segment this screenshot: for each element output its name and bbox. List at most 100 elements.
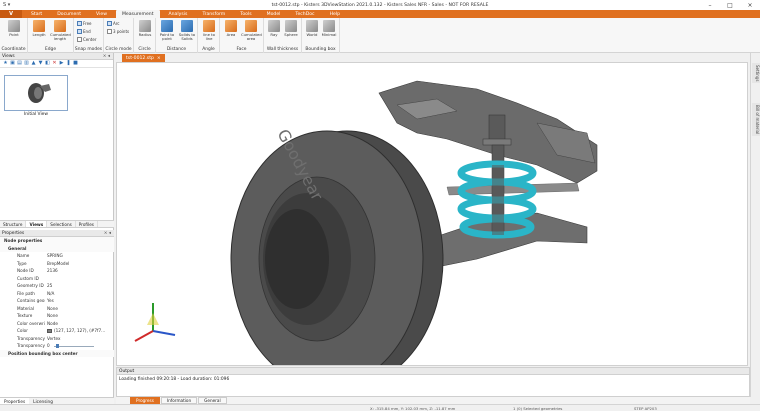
tab-techdoc[interactable]: TechDoc <box>289 10 320 18</box>
minimal-icon <box>323 20 335 32</box>
solids-to-solids-button[interactable]: Solids to Solids <box>177 20 197 42</box>
ray-button[interactable]: Ray <box>266 20 282 37</box>
cumulated-length-button[interactable]: Cumulated length <box>50 20 71 42</box>
tab-view[interactable]: View <box>90 10 113 18</box>
tab-general[interactable]: General <box>198 397 227 404</box>
material-select[interactable]: None <box>45 306 114 311</box>
add-view-icon[interactable]: ▣ <box>10 61 15 66</box>
radius-button[interactable]: Radius <box>137 20 153 37</box>
tab-help[interactable]: Help <box>324 10 346 18</box>
area-button[interactable]: Area <box>223 20 239 37</box>
tab-views[interactable]: Views <box>26 221 48 227</box>
arc-icon <box>107 21 112 26</box>
tab-profiles[interactable]: Profiles <box>76 221 98 227</box>
general-section[interactable]: General <box>0 244 114 252</box>
minimize-icon[interactable]: – <box>700 0 720 10</box>
view-thumbnail[interactable] <box>4 75 68 111</box>
stop-icon[interactable]: ■ <box>73 61 78 66</box>
property-row: Node ID 2136 <box>17 268 58 274</box>
menu-bar: V Start Document View Measurement Analys… <box>0 10 760 18</box>
sphere-icon <box>285 20 297 32</box>
transparency-overwrite-select[interactable]: Vertex <box>45 336 114 341</box>
tab-document[interactable]: Document <box>51 10 87 18</box>
tab-progress[interactable]: Progress <box>130 397 160 404</box>
position-box-section[interactable]: Position bounding box center <box>0 349 114 357</box>
line-to-line-button[interactable]: line to line <box>200 20 218 42</box>
left-panel-tabs: Structure Views Selections Profiles <box>0 220 114 228</box>
tab-analysis[interactable]: Analysis <box>163 10 194 18</box>
properties-close-icon[interactable]: × ◂ <box>104 231 114 236</box>
point-to-point-button[interactable]: Point to point <box>157 20 177 42</box>
minimal-button[interactable]: Minimal <box>321 20 337 37</box>
group-snap-modes: Free End Center Snap modes <box>74 18 104 53</box>
update-view-icon[interactable]: ▥ <box>24 61 29 66</box>
maximize-icon[interactable]: □ <box>720 0 740 10</box>
axis-triad <box>134 303 176 342</box>
circle-mode-arc[interactable]: Arc <box>107 21 120 26</box>
panel-close-icon[interactable]: × ◂ <box>103 54 113 59</box>
property-row: Type BrepModel <box>17 260 70 266</box>
area-icon <box>225 20 237 32</box>
length-button[interactable]: Length <box>31 20 47 37</box>
tab-measurement[interactable]: Measurement <box>115 10 160 18</box>
color-picker[interactable]: (127, 127, 127), (#7f7... <box>45 328 114 334</box>
bill-of-material-side-tab[interactable]: Bill of material <box>752 103 760 137</box>
view-item-label[interactable]: Initial View <box>4 112 68 117</box>
group-face: Area Cumulated area Face <box>220 18 264 53</box>
point-button[interactable]: Point <box>6 20 22 37</box>
view-thumbnail-image <box>28 83 51 103</box>
star-icon[interactable]: ★ <box>3 61 8 66</box>
slider-handle[interactable] <box>55 343 59 349</box>
group-wall-thickness: Ray Sphere Wall thickness <box>264 18 302 53</box>
world-button[interactable]: World <box>304 20 320 37</box>
group-distance: Point to point Solids to Solids Distance <box>156 18 198 53</box>
tab-tools[interactable]: Tools <box>234 10 257 18</box>
texture-select[interactable]: None <box>45 313 114 318</box>
tab-structure[interactable]: Structure <box>0 221 27 227</box>
app-menu-button[interactable]: V <box>0 10 22 18</box>
move-up-icon[interactable]: ▲ <box>31 61 36 66</box>
pause-icon[interactable]: ❚ <box>66 61 71 66</box>
property-row: Custom ID <box>17 275 39 281</box>
document-tab[interactable]: tst-0012.stp × <box>122 54 165 62</box>
color-overwrite-select[interactable]: Node <box>45 321 114 326</box>
transparency-slider[interactable] <box>53 343 94 349</box>
radius-icon <box>139 20 151 32</box>
group-bounding-box: World Minimal Bounding box <box>302 18 340 53</box>
3d-viewport[interactable]: Goodyear <box>116 62 748 366</box>
tab-transform[interactable]: Transform <box>196 10 231 18</box>
point-to-point-icon <box>161 20 173 32</box>
settings-side-tab[interactable]: Settings <box>752 63 760 84</box>
output-title: Output <box>117 368 749 375</box>
snap-free-toggle[interactable]: Free <box>77 21 92 26</box>
world-icon <box>306 20 318 32</box>
status-format: STEP AP203 <box>634 406 657 411</box>
property-row: Transparency ov...Vertex <box>0 335 114 343</box>
tab-close-icon[interactable]: × <box>157 56 161 61</box>
rename-icon[interactable]: ◧ <box>45 61 50 66</box>
sphere-button[interactable]: Sphere <box>283 20 299 37</box>
edit-view-icon[interactable]: ▤ <box>17 61 22 66</box>
group-circle-mode: Arc 3 points Circle mode <box>104 18 134 53</box>
line-to-line-icon <box>203 20 215 32</box>
status-selection: 1 (0) Selected geometries <box>513 406 563 411</box>
close-icon[interactable]: × <box>740 0 760 10</box>
move-down-icon[interactable]: ▼ <box>38 61 43 66</box>
left-panel: Views × ◂ ★ ▣ ▤ ▥ ▲ ▼ ◧ ✕ ▶ ❚ ■ Initial V… <box>0 53 114 397</box>
node-properties-section[interactable]: Node properties <box>0 237 114 245</box>
play-icon[interactable]: ▶ <box>59 61 64 66</box>
tab-selections[interactable]: Selections <box>47 221 76 227</box>
snap-end-toggle[interactable]: End <box>77 29 91 34</box>
right-strip: Settings Bill of material <box>750 53 760 397</box>
three-points-icon <box>107 29 112 34</box>
tab-information[interactable]: Information <box>160 397 198 404</box>
cumulated-area-button[interactable]: Cumulated area <box>241 20 262 42</box>
delete-view-icon[interactable]: ✕ <box>52 61 57 66</box>
tab-model[interactable]: Model <box>261 10 287 18</box>
snap-center-toggle[interactable]: Center <box>77 37 96 42</box>
group-edge: Length Cumulated length Edge <box>28 18 74 53</box>
circle-mode-3points[interactable]: 3 points <box>107 29 129 34</box>
window-title: tst-0012.stp - Kisters 3DViewStation 202… <box>271 2 489 8</box>
status-bar: X: -315.84 mm, Y: 102.03 mm, Z: -11.87 m… <box>0 404 760 411</box>
tab-start[interactable]: Start <box>25 10 48 18</box>
